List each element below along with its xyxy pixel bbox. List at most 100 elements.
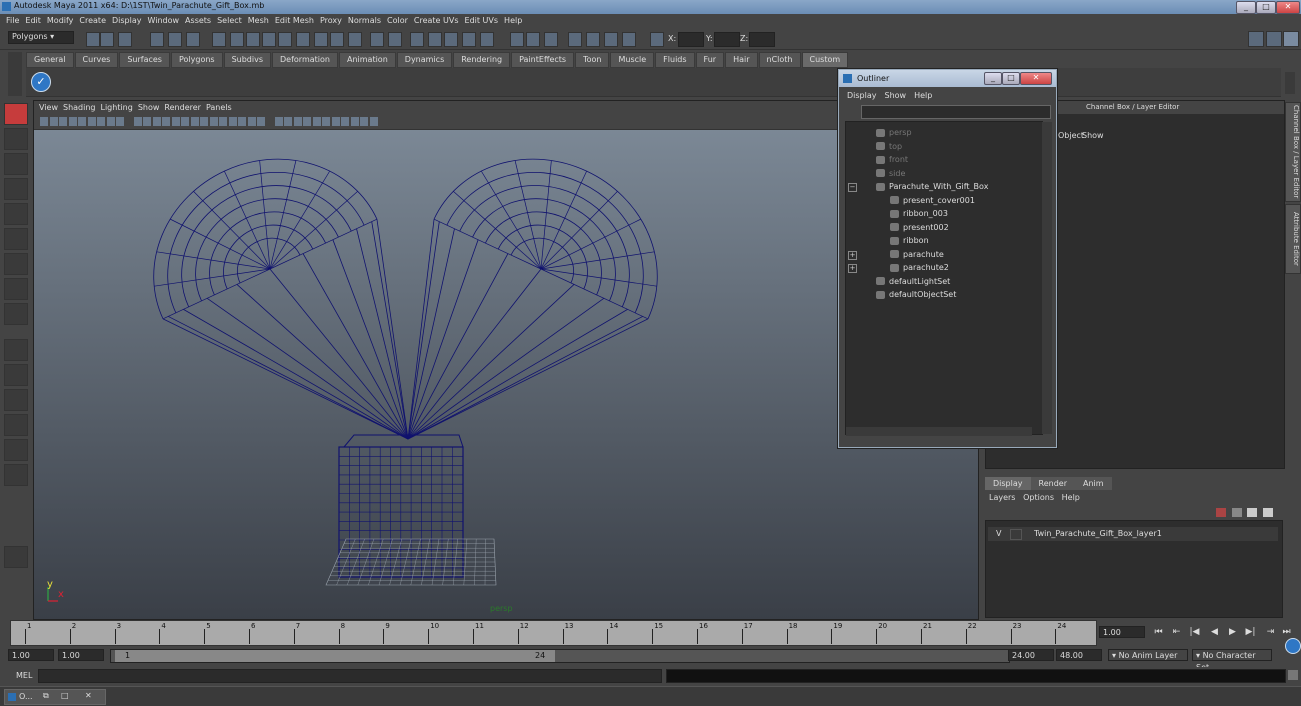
channel-box-menu-object[interactable]: Object xyxy=(1058,131,1084,140)
options-menu[interactable]: Options xyxy=(1023,493,1054,502)
close-icon[interactable]: ✕ xyxy=(85,691,92,700)
shelf-tab-hair[interactable]: Hair xyxy=(725,52,758,68)
paint-select-tool-icon[interactable] xyxy=(4,153,28,175)
move-layer-down-icon[interactable] xyxy=(1262,508,1273,517)
custom-shelf-check-icon[interactable]: ✓ xyxy=(31,72,51,92)
viewport-menu-view[interactable]: View xyxy=(39,103,58,112)
minimize-button[interactable]: _ xyxy=(1236,1,1256,14)
status-line-tool-icon[interactable] xyxy=(246,32,260,47)
menu-create[interactable]: Create xyxy=(79,16,106,25)
viewport-panel-icon[interactable] xyxy=(87,117,96,126)
viewport-menu-shading[interactable]: Shading xyxy=(63,103,96,112)
viewport-panel-icon[interactable] xyxy=(106,117,115,126)
viewport-panel-icon[interactable] xyxy=(312,117,321,126)
play-backwards-icon[interactable]: ◀ xyxy=(1208,627,1221,639)
layer-playback-toggle[interactable] xyxy=(1010,529,1022,540)
status-line-tool-icon[interactable] xyxy=(586,32,600,47)
outliner-menu-help[interactable]: Help xyxy=(914,91,932,100)
viewport-panel-icon[interactable] xyxy=(143,117,151,126)
viewport-menu-panels[interactable]: Panels xyxy=(206,103,232,112)
viewport-panel-icon[interactable] xyxy=(293,117,302,126)
range-slider[interactable]: 1 24 xyxy=(110,649,1010,663)
menu-window[interactable]: Window xyxy=(148,16,180,25)
auto-key-icon[interactable] xyxy=(1285,638,1301,654)
channel-box-menu-show[interactable]: Show xyxy=(1082,131,1104,140)
status-line-tool-icon[interactable] xyxy=(526,32,540,47)
menu-select[interactable]: Select xyxy=(217,16,242,25)
menu-edit-mesh[interactable]: Edit Mesh xyxy=(275,16,314,25)
shelf-tab-custom[interactable]: Custom xyxy=(801,52,849,68)
viewport-panel-icon[interactable] xyxy=(331,117,340,126)
outliner-item[interactable]: Parachute_With_Gift_Box xyxy=(876,180,988,193)
current-frame-field[interactable]: 1.00 xyxy=(1099,626,1145,638)
shelf-tab-fur[interactable]: Fur xyxy=(695,52,725,68)
viewport-panel-icon[interactable] xyxy=(350,117,359,126)
outliner-item[interactable]: parachute2 xyxy=(890,261,949,274)
viewport-panel-icon[interactable] xyxy=(133,117,142,126)
playback-end-field[interactable]: 24.00 xyxy=(1008,649,1054,661)
menu-proxy[interactable]: Proxy xyxy=(320,16,342,25)
animation-start-field[interactable]: 1.00 xyxy=(8,649,54,661)
viewport-panel-icon[interactable] xyxy=(171,117,180,126)
show-hide-attribute-icon[interactable] xyxy=(1266,31,1282,47)
menu-file[interactable]: File xyxy=(6,16,19,25)
shelf-tab-surfaces[interactable]: Surfaces xyxy=(119,52,170,68)
select-tool-icon[interactable] xyxy=(4,103,28,125)
outliner-item[interactable]: defaultLightSet xyxy=(876,275,950,288)
status-line-tool-icon[interactable] xyxy=(212,32,226,47)
outliner-menu-display[interactable]: Display xyxy=(847,91,877,100)
menu-display[interactable]: Display xyxy=(112,16,142,25)
outliner-search-input[interactable] xyxy=(861,105,1051,119)
viewport-panel-icon[interactable] xyxy=(257,117,265,126)
persp-graph-hypergraph-layout-icon[interactable] xyxy=(4,464,28,486)
status-line-tool-icon[interactable] xyxy=(388,32,402,47)
four-view-layout-icon[interactable] xyxy=(4,364,28,386)
status-line-tool-icon[interactable] xyxy=(262,32,276,47)
status-line-tool-icon[interactable] xyxy=(650,32,664,47)
shelf-menu-handle[interactable] xyxy=(8,52,22,96)
persp-outliner-layout-icon[interactable] xyxy=(4,389,28,411)
scale-tool-icon[interactable] xyxy=(4,228,28,250)
lasso-tool-icon[interactable] xyxy=(4,128,28,150)
shelf-tab-curves[interactable]: Curves xyxy=(74,52,119,68)
status-line-tool-icon[interactable] xyxy=(230,32,244,47)
viewport-panel-icon[interactable] xyxy=(116,117,124,126)
status-line-tool-icon[interactable] xyxy=(314,32,328,47)
status-line-tool-icon[interactable] xyxy=(168,32,182,47)
layer-row[interactable]: V Twin_Parachute_Gift_Box_layer1 xyxy=(988,527,1278,541)
status-line-tool-icon[interactable] xyxy=(296,32,310,47)
viewport-panel-icon[interactable] xyxy=(238,117,246,126)
step-back-frame-icon[interactable]: |◀ xyxy=(1188,627,1201,639)
play-forwards-icon[interactable]: ▶ xyxy=(1226,627,1239,639)
menu-edit-uvs[interactable]: Edit UVs xyxy=(465,16,499,25)
time-slider[interactable]: 1 2 3 4 5 6 7 8 9 10 11 12 13 14 15 16 17 18 19 20 21 22 23 24 xyxy=(10,620,1097,646)
outliner-expand-toggle[interactable]: − xyxy=(848,183,857,192)
status-line-tool-icon[interactable] xyxy=(444,32,458,47)
outliner-horizontal-scrollbar[interactable] xyxy=(846,427,1032,436)
shelf-tab-toon[interactable]: Toon xyxy=(575,52,610,68)
status-line-tool-icon[interactable] xyxy=(462,32,476,47)
shelf-tab-general[interactable]: General xyxy=(26,52,74,68)
viewport-panel-icon[interactable] xyxy=(49,117,58,126)
go-to-start-icon[interactable]: ⏮ xyxy=(1152,627,1165,639)
viewport-panel-icon[interactable] xyxy=(97,117,105,126)
status-line-tool-icon[interactable] xyxy=(410,32,424,47)
minimized-outliner-item[interactable]: O... ⧉ □ ✕ xyxy=(4,689,106,705)
layer-tab-display[interactable]: Display xyxy=(985,477,1031,490)
x-field[interactable] xyxy=(678,32,704,47)
restore-icon[interactable]: ⧉ xyxy=(43,691,49,701)
layer-name[interactable]: Twin_Parachute_Gift_Box_layer1 xyxy=(1034,529,1162,538)
outliner-item[interactable]: ribbon xyxy=(890,234,929,247)
manipulator-tool-icon[interactable] xyxy=(4,253,28,275)
shelf-tab-rendering[interactable]: Rendering xyxy=(453,52,511,68)
channel-box-side-tab[interactable]: Channel Box / Layer Editor xyxy=(1285,102,1301,202)
shelf-tab-animation[interactable]: Animation xyxy=(338,52,396,68)
menu-modify[interactable]: Modify xyxy=(47,16,74,25)
viewport-panel-icon[interactable] xyxy=(274,117,283,126)
layer-visibility-toggle[interactable]: V xyxy=(996,529,1001,538)
viewport-panel-icon[interactable] xyxy=(322,117,330,126)
viewport-panel-icon[interactable] xyxy=(369,117,378,126)
status-line-tool-icon[interactable] xyxy=(118,32,132,47)
layer-tab-anim[interactable]: Anim xyxy=(1074,477,1112,490)
menu-set-select[interactable]: Polygons ▾ xyxy=(8,31,74,44)
